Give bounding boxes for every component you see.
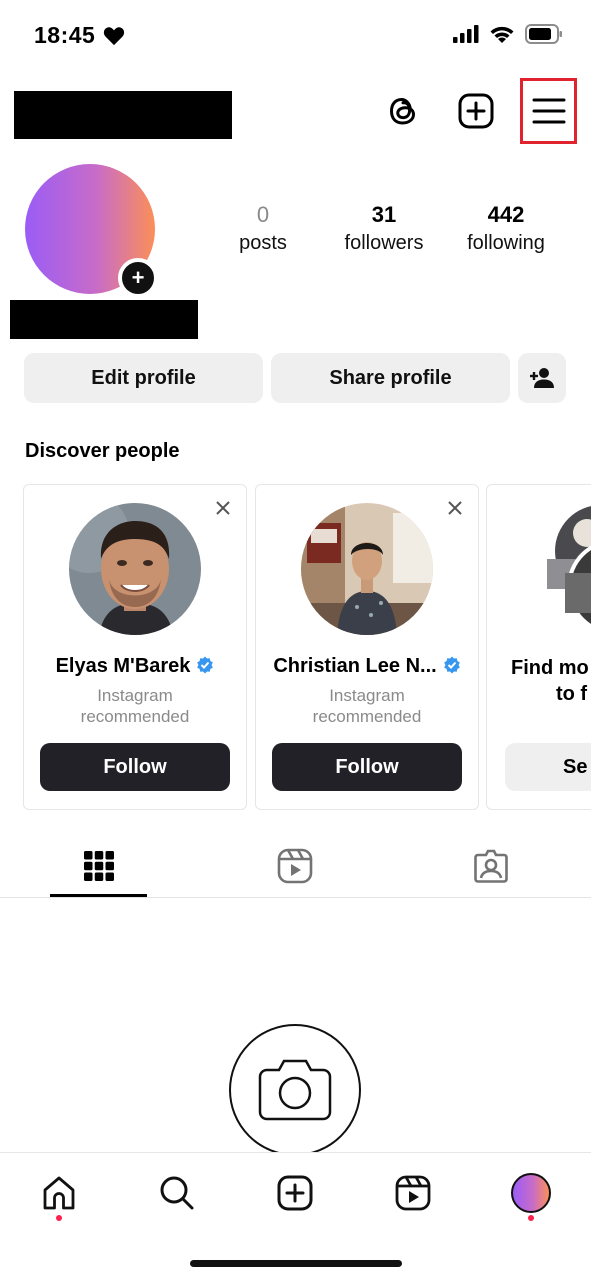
- following-count: 442: [487, 202, 525, 227]
- add-story-button[interactable]: +: [118, 258, 158, 298]
- posts-label: posts: [239, 232, 287, 254]
- suggestion-name[interactable]: Elyas M'Barek: [24, 655, 246, 678]
- tab-posts-grid[interactable]: [50, 838, 148, 894]
- stat-following[interactable]: 442 following: [446, 200, 566, 256]
- threads-button[interactable]: [380, 88, 426, 134]
- nav-reels[interactable]: [383, 1171, 443, 1215]
- suggestion-name[interactable]: Christian Lee N...: [256, 655, 478, 678]
- signal-icon: [453, 25, 479, 43]
- followers-label: followers: [344, 232, 424, 254]
- see-all-card[interactable]: Find mo to f Se: [486, 484, 591, 810]
- posts-count: 0: [256, 202, 270, 227]
- verified-badge-icon: [443, 656, 460, 674]
- nav-search[interactable]: [147, 1171, 207, 1215]
- menu-highlight-box: [520, 78, 577, 144]
- home-notification-dot: [56, 1215, 62, 1221]
- stat-followers[interactable]: 31 followers: [324, 200, 444, 256]
- home-icon: [43, 1176, 75, 1210]
- nav-profile[interactable]: [501, 1171, 561, 1215]
- status-time: 18:45: [34, 22, 96, 48]
- status-icons: [453, 24, 563, 44]
- home-indicator: [190, 1260, 402, 1267]
- reels-icon: [395, 1175, 431, 1211]
- discover-people-button[interactable]: [518, 353, 566, 403]
- heart-icon: [103, 27, 125, 46]
- profile-avatar-small: [511, 1173, 551, 1213]
- search-icon: [160, 1176, 194, 1210]
- redacted-display-name: [10, 300, 198, 339]
- edit-profile-button[interactable]: Edit profile: [24, 353, 263, 403]
- empty-posts-camera: [229, 1024, 361, 1156]
- camera-icon: [258, 1059, 332, 1121]
- threads-icon: [389, 97, 416, 125]
- suggestion-card[interactable]: Christian Lee N... Instagram recommended…: [255, 484, 479, 810]
- suggestion-avatars-collage: [547, 506, 591, 629]
- tabs-divider: [0, 897, 591, 898]
- close-icon[interactable]: [446, 499, 464, 517]
- tab-tagged[interactable]: [442, 838, 540, 894]
- wifi-icon: [490, 26, 514, 43]
- nav-home[interactable]: [29, 1171, 89, 1215]
- following-label: following: [467, 232, 545, 254]
- suggestion-reason: Instagram recommended: [80, 686, 190, 726]
- see-all-title: Find mo to f: [511, 657, 589, 705]
- suggestion-avatar[interactable]: [69, 503, 201, 635]
- tagged-person-icon: [474, 849, 508, 883]
- nav-create[interactable]: [265, 1171, 325, 1215]
- see-all-button[interactable]: Se: [505, 743, 591, 791]
- battery-icon: [525, 24, 562, 44]
- redacted-username: [14, 91, 232, 139]
- discover-people-title: Discover people: [25, 440, 180, 462]
- follow-button[interactable]: Follow: [272, 743, 462, 791]
- plus-icon: +: [131, 265, 145, 290]
- follow-button[interactable]: Follow: [40, 743, 230, 791]
- add-person-icon: [530, 368, 554, 388]
- tab-reels[interactable]: [246, 838, 344, 894]
- plus-square-icon: [458, 93, 494, 129]
- suggestion-card[interactable]: Elyas M'Barek Instagram recommended Foll…: [23, 484, 247, 810]
- reels-icon: [277, 848, 313, 884]
- verified-badge-icon: [197, 656, 214, 674]
- profile-notification-dot: [528, 1215, 534, 1221]
- stat-posts: 0 posts: [203, 200, 323, 256]
- suggestion-avatar[interactable]: [301, 503, 433, 635]
- suggestion-reason: Instagram recommended: [312, 686, 422, 726]
- share-profile-button[interactable]: Share profile: [271, 353, 510, 403]
- followers-count: 31: [371, 202, 397, 227]
- status-bar: 18:45: [0, 0, 591, 70]
- plus-square-icon: [277, 1175, 313, 1211]
- create-post-button[interactable]: [453, 88, 499, 134]
- grid-icon: [84, 851, 114, 881]
- close-icon[interactable]: [214, 499, 232, 517]
